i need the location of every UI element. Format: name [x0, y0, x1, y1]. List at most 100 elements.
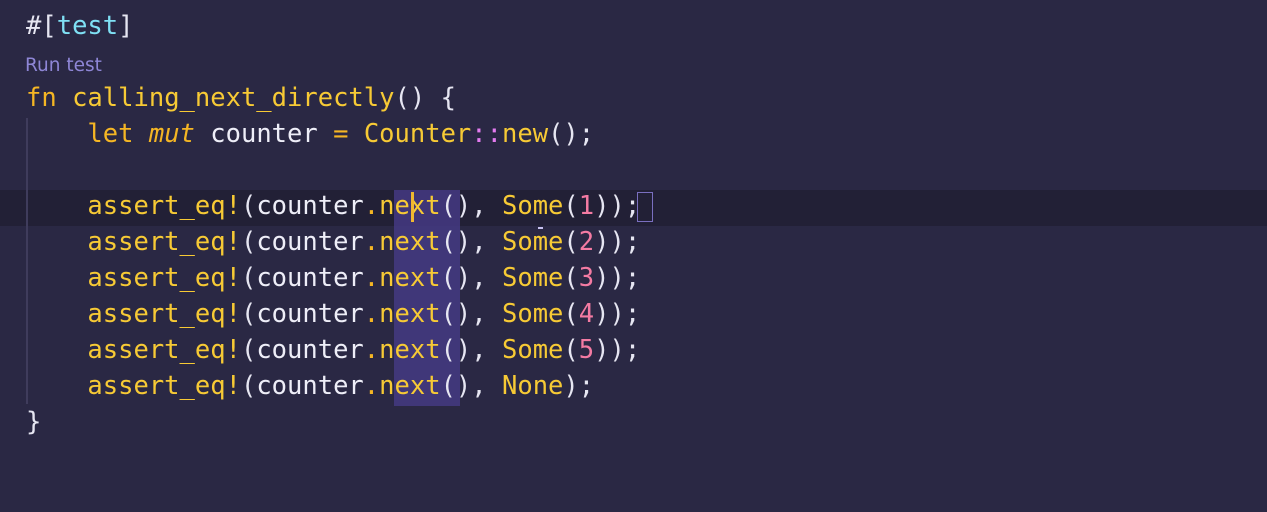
receiver-counter: counter: [256, 335, 364, 365]
variant-name: Some: [502, 263, 564, 293]
dot-operator: .: [363, 371, 380, 401]
let-tail: ();: [548, 119, 595, 149]
arg-open: (: [563, 299, 579, 329]
comma: ,: [471, 227, 487, 257]
fn-close-brace: }: [26, 407, 42, 437]
fn-open-brace: {: [440, 83, 456, 113]
number-literal: 3: [578, 263, 595, 293]
method-next: next: [379, 191, 441, 221]
statement-tail: );: [609, 299, 641, 329]
statement-tail: );: [609, 191, 641, 221]
arg-close: ): [594, 299, 610, 329]
macro-assert-eq: assert_eq!: [87, 263, 241, 293]
code-line-attribute[interactable]: #[test]: [0, 8, 1267, 44]
variant-name: Some: [502, 299, 564, 329]
call-parens: (): [440, 191, 472, 221]
mouse-ibeam-cursor: [538, 227, 543, 229]
number-literal: 2: [578, 227, 595, 257]
method-next: next: [379, 371, 441, 401]
receiver-counter: counter: [256, 263, 364, 293]
code-line-assert[interactable]: assert_eq!(counter.next(), None);: [0, 368, 1267, 404]
dot-operator: .: [363, 335, 380, 365]
arg-close: ): [594, 335, 610, 365]
paren-open: (: [240, 371, 257, 401]
comma: ,: [471, 263, 487, 293]
receiver-counter: counter: [256, 227, 364, 257]
macro-assert-eq: assert_eq!: [87, 191, 241, 221]
dot-operator: .: [363, 191, 380, 221]
arg-close: ): [594, 191, 610, 221]
statement-tail: );: [609, 335, 641, 365]
call-parens: (): [440, 371, 472, 401]
variable-counter: counter: [210, 119, 318, 149]
variant-name: Some: [502, 335, 564, 365]
paren-open: (: [240, 263, 257, 293]
receiver-counter: counter: [256, 371, 364, 401]
arg-open: (: [563, 335, 579, 365]
code-line-assert[interactable]: assert_eq!(counter.next(), Some(4));: [0, 296, 1267, 332]
comma: ,: [471, 335, 487, 365]
statement-tail: );: [563, 371, 595, 401]
attr-name: test: [56, 11, 119, 41]
text-caret: [411, 192, 414, 222]
code-line-assert[interactable]: assert_eq!(counter.next(), Some(5));: [0, 332, 1267, 368]
method-next: next: [379, 263, 441, 293]
code-line-assert[interactable]: assert_eq!(counter.next(), Some(3));: [0, 260, 1267, 296]
statement-tail: );: [609, 227, 641, 257]
ctor-new: new: [502, 119, 549, 149]
method-next: next: [379, 335, 441, 365]
statement-tail: );: [609, 263, 641, 293]
code-line-assert[interactable]: assert_eq!(counter.next(), Some(2));: [0, 224, 1267, 260]
dot-operator: .: [363, 263, 380, 293]
bracket-match-highlight: [637, 192, 653, 222]
number-literal: 5: [578, 335, 595, 365]
arg-close: ): [594, 227, 610, 257]
code-line-blank[interactable]: [0, 152, 1267, 188]
code-line-assert[interactable]: assert_eq!(counter.next(), Some(1));: [0, 188, 1267, 224]
assign-operator: =: [333, 119, 349, 149]
macro-assert-eq: assert_eq!: [87, 335, 241, 365]
arg-open: (: [563, 227, 579, 257]
arg-close: ): [594, 263, 610, 293]
comma: ,: [471, 191, 487, 221]
method-next: next: [379, 299, 441, 329]
call-parens: (): [440, 227, 472, 257]
paren-open: (: [240, 227, 257, 257]
code-line-let[interactable]: let mut counter = Counter::new();: [0, 116, 1267, 152]
paren-open: (: [240, 335, 257, 365]
method-next: next: [379, 227, 441, 257]
variant-name: Some: [502, 227, 564, 257]
call-parens: (): [440, 299, 472, 329]
receiver-counter: counter: [256, 299, 364, 329]
comma: ,: [471, 371, 487, 401]
macro-assert-eq: assert_eq!: [87, 371, 241, 401]
fn-parens: (): [394, 83, 426, 113]
paren-open: (: [240, 299, 257, 329]
variant-name: None: [502, 371, 564, 401]
dot-operator: .: [363, 227, 380, 257]
type-counter: Counter: [363, 119, 472, 149]
call-parens: (): [440, 263, 472, 293]
path-separator: ::: [471, 119, 502, 149]
code-line-fn[interactable]: fn calling_next_directly() {: [0, 80, 1267, 116]
macro-assert-eq: assert_eq!: [87, 299, 241, 329]
dot-operator: .: [363, 299, 380, 329]
attr-hash: #[: [26, 11, 57, 41]
code-line-close[interactable]: }: [0, 404, 1267, 440]
attr-close: ]: [118, 11, 134, 41]
variant-name: Some: [502, 191, 564, 221]
call-parens: (): [440, 335, 472, 365]
code-editor[interactable]: #[test] Run test fn calling_next_directl…: [0, 0, 1267, 451]
fn-keyword: fn: [26, 83, 57, 113]
number-literal: 1: [578, 191, 595, 221]
mut-keyword: mut: [148, 119, 195, 149]
receiver-counter: counter: [256, 191, 364, 221]
arg-open: (: [563, 191, 579, 221]
macro-assert-eq: assert_eq!: [87, 227, 241, 257]
fn-name: calling_next_directly: [72, 83, 395, 113]
paren-open: (: [240, 191, 257, 221]
run-test-code-lens[interactable]: Run test: [25, 54, 102, 78]
let-keyword: let: [87, 119, 134, 149]
number-literal: 4: [578, 299, 595, 329]
arg-open: (: [563, 263, 579, 293]
